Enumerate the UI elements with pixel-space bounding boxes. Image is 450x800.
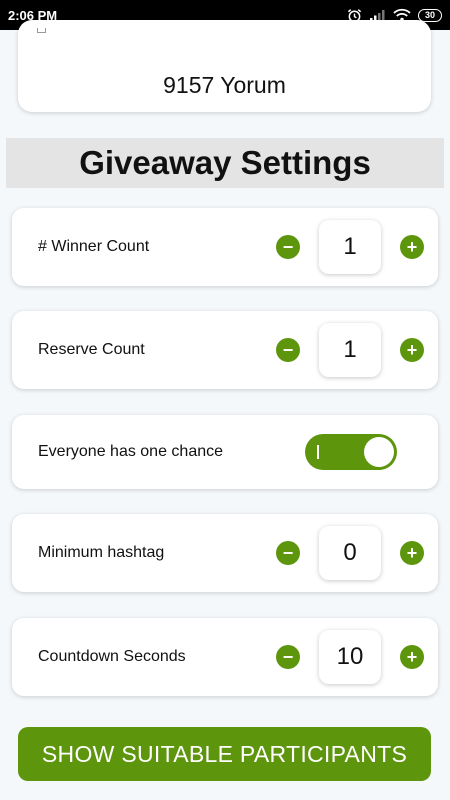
show-participants-button[interactable]: SHOW SUITABLE PARTICIPANTS (18, 727, 431, 781)
minimum-hashtag-decrement-button[interactable]: − (276, 541, 300, 565)
one-chance-row: Everyone has one chance (12, 415, 438, 489)
reserve-count-value[interactable]: 1 (319, 323, 381, 377)
reserve-count-increment-button[interactable]: + (400, 338, 424, 362)
comment-count-card: 9157 Yorum (18, 20, 431, 112)
comment-count-text: 9157 Yorum (163, 71, 286, 98)
partial-icon (37, 28, 46, 33)
countdown-seconds-decrement-button[interactable]: − (276, 645, 300, 669)
battery-level: 30 (424, 10, 435, 20)
reserve-count-label: Reserve Count (38, 341, 145, 358)
minimum-hashtag-value[interactable]: 0 (319, 526, 381, 580)
winner-count-label: # Winner Count (38, 238, 150, 255)
minimum-hashtag-label: Minimum hashtag (38, 544, 165, 561)
minimum-hashtag-row: Minimum hashtag − 0 + (12, 514, 438, 592)
toggle-knob (364, 437, 394, 467)
minimum-hashtag-increment-button[interactable]: + (400, 541, 424, 565)
section-title: Giveaway Settings (6, 138, 444, 188)
winner-count-increment-button[interactable]: + (400, 235, 424, 259)
winner-count-decrement-button[interactable]: − (276, 235, 300, 259)
countdown-seconds-increment-button[interactable]: + (400, 645, 424, 669)
countdown-seconds-value[interactable]: 10 (319, 630, 381, 684)
reserve-count-decrement-button[interactable]: − (276, 338, 300, 362)
reserve-count-row: Reserve Count − 1 + (12, 311, 438, 389)
toggle-on-mark (317, 445, 319, 459)
countdown-seconds-row: Countdown Seconds − 10 + (12, 618, 438, 696)
one-chance-toggle[interactable] (305, 434, 397, 470)
battery-icon: 30 (418, 8, 442, 22)
winner-count-row: # Winner Count − 1 + (12, 208, 438, 286)
countdown-seconds-label: Countdown Seconds (38, 648, 186, 665)
one-chance-label: Everyone has one chance (38, 443, 224, 460)
winner-count-value[interactable]: 1 (319, 220, 381, 274)
